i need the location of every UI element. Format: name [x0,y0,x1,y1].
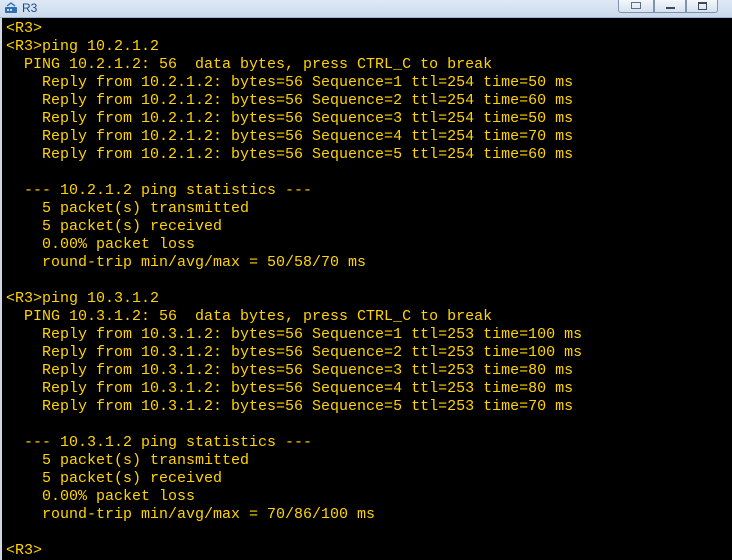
terminal-line: Reply from 10.3.1.2: bytes=56 Sequence=5… [6,398,574,415]
maximize-icon [698,2,707,10]
terminal-line: <R3> [6,20,43,37]
terminal-line: 5 packet(s) received [6,218,223,235]
terminal-line: Reply from 10.2.1.2: bytes=56 Sequence=4… [6,128,574,145]
terminal-lines: <R3> <R3>ping 10.2.1.2 PING 10.2.1.2: 56 … [6,20,582,560]
terminal-line: Reply from 10.3.1.2: bytes=56 Sequence=3… [6,362,574,379]
terminal-line: Reply from 10.3.1.2: bytes=56 Sequence=4… [6,380,574,397]
terminal-line: <R3>ping 10.2.1.2 [6,38,160,55]
router-app-icon [5,2,17,13]
terminal-line: PING 10.2.1.2: 56 data bytes, press CTRL… [6,56,493,73]
terminal-line: Reply from 10.2.1.2: bytes=56 Sequence=3… [6,110,574,127]
terminal-line: Reply from 10.2.1.2: bytes=56 Sequence=5… [6,146,574,163]
minimize-icon [666,7,675,9]
terminal-line: 0.00% packet loss [6,488,196,505]
restore-icon [631,2,641,9]
terminal-output[interactable]: <R3> <R3>ping 10.2.1.2 PING 10.2.1.2: 56 … [0,18,732,560]
terminal-line: 5 packet(s) transmitted [6,200,250,217]
terminal-line: Reply from 10.3.1.2: bytes=56 Sequence=1… [6,326,583,343]
terminal-line: Reply from 10.2.1.2: bytes=56 Sequence=2… [6,92,574,109]
terminal-line: round-trip min/avg/max = 50/58/70 ms [6,254,367,271]
minimize-button[interactable] [654,0,686,13]
terminal-line: <R3> [6,542,43,559]
terminal-line: --- 10.2.1.2 ping statistics --- [6,182,313,199]
terminal-line: 5 packet(s) transmitted [6,452,250,469]
terminal-line: 0.00% packet loss [6,236,196,253]
window-title: R3 [22,1,38,15]
terminal-line: Reply from 10.2.1.2: bytes=56 Sequence=1… [6,74,574,91]
terminal-line: round-trip min/avg/max = 70/86/100 ms [6,506,376,523]
terminal-line: PING 10.3.1.2: 56 data bytes, press CTRL… [6,308,493,325]
terminal-line: Reply from 10.3.1.2: bytes=56 Sequence=2… [6,344,583,361]
maximize-button[interactable] [686,0,718,13]
terminal-line: <R3>ping 10.3.1.2 [6,290,160,307]
terminal-window: R3 <R3> <R3>ping 10.2.1.2 PING 10.2.1.2: … [0,0,732,560]
title-bar[interactable]: R3 [0,0,732,18]
terminal-line: 5 packet(s) received [6,470,223,487]
restore-button[interactable] [618,0,654,13]
terminal-line: --- 10.3.1.2 ping statistics --- [6,434,313,451]
